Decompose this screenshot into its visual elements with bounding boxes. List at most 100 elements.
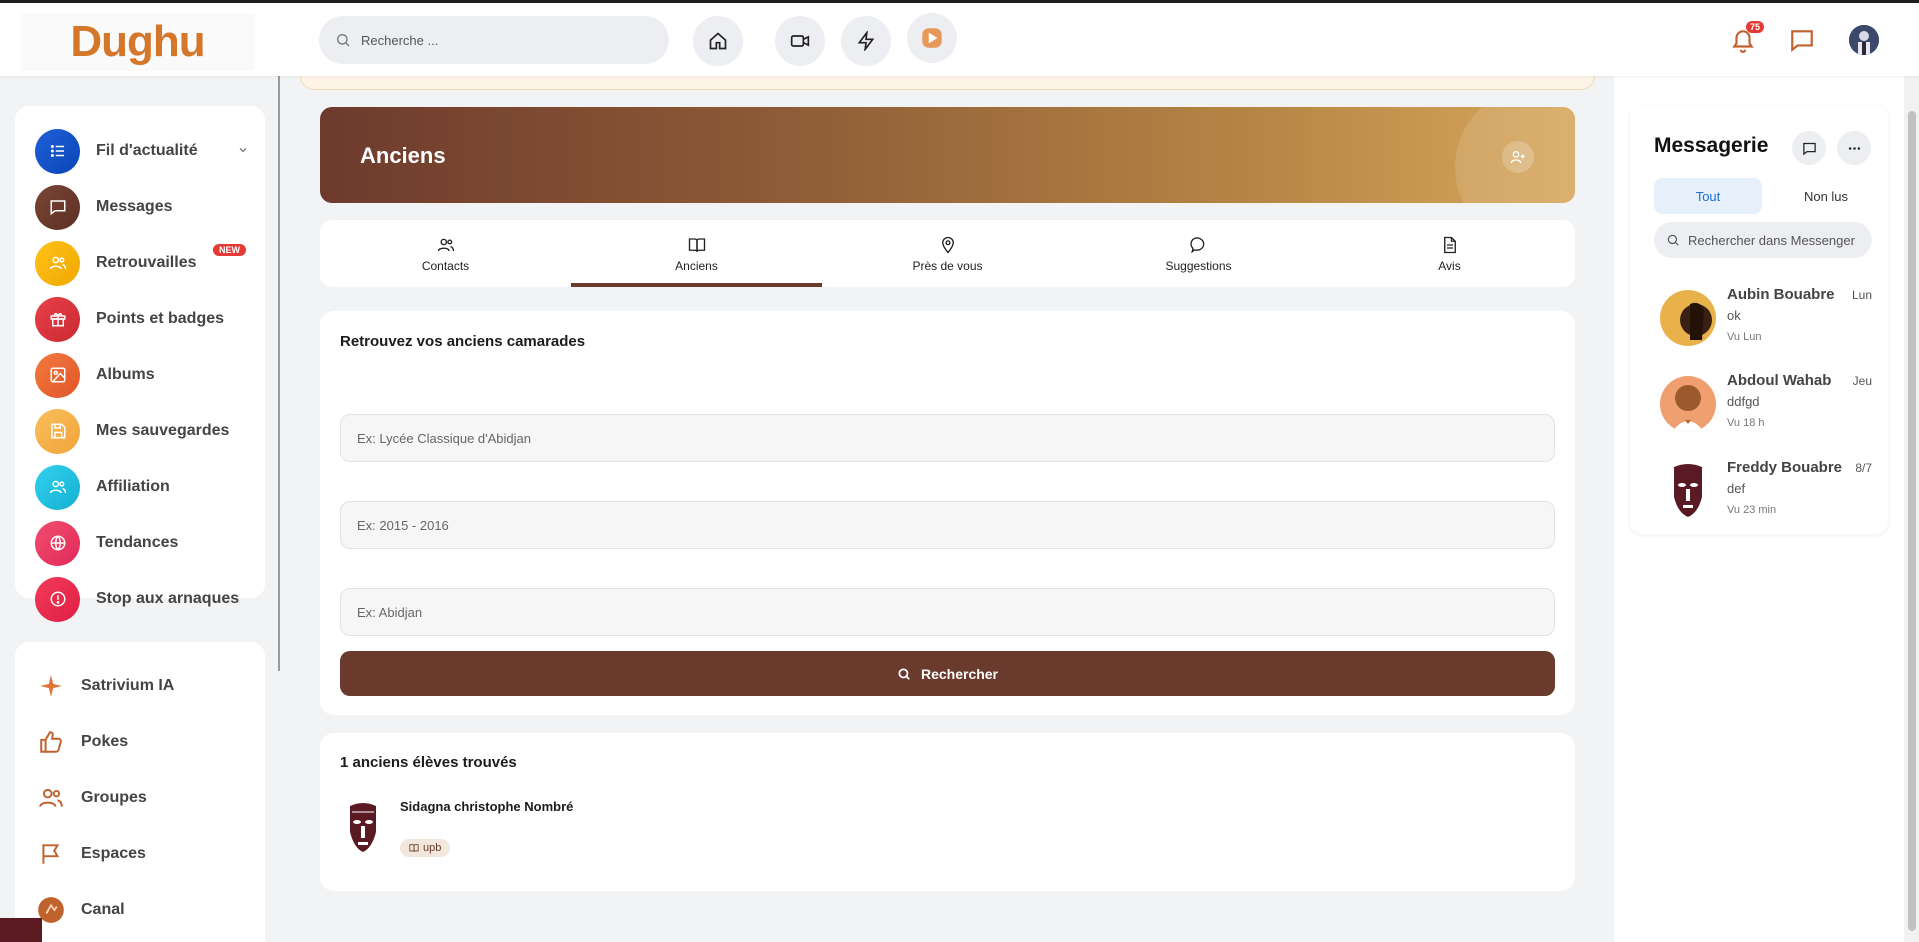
previous-card-edge: [300, 76, 1595, 90]
logo-text: Dughu: [70, 17, 205, 66]
city-field[interactable]: [340, 588, 1555, 636]
search-button-label: Rechercher: [920, 665, 999, 682]
sparkle-icon: [35, 670, 67, 702]
tab-label: Près de vous: [912, 258, 983, 273]
debug-corner-badge[interactable]: [0, 918, 42, 942]
sidebar-item-label: Tendances: [96, 534, 179, 551]
main-navigation: Fil d'actualité Messages Retrouvailles N…: [15, 106, 265, 622]
home-button[interactable]: [693, 16, 743, 66]
conversation-item[interactable]: Aubin Bouabre Lun ok Vu Lun: [1660, 286, 1880, 356]
tab-avis[interactable]: Avis: [1324, 220, 1575, 287]
search-form-card: Retrouvez vos anciens camarades Recherch…: [320, 311, 1575, 715]
notifications-button[interactable]: 75: [1726, 21, 1764, 57]
result-avatar[interactable]: [346, 802, 380, 854]
tab-suggestions[interactable]: Suggestions: [1073, 220, 1324, 287]
thumbs-up-icon: [35, 726, 67, 758]
sidebar-item-retrouvailles[interactable]: Retrouvailles NEW: [35, 240, 260, 286]
search-button[interactable]: Rechercher: [340, 651, 1555, 696]
page-scrollbar[interactable]: [1905, 76, 1919, 942]
scrollbar-thumb[interactable]: [1908, 111, 1916, 931]
document-icon: [1441, 235, 1459, 255]
tab-label: Avis: [1438, 258, 1461, 273]
school-tag-label: upb: [423, 842, 442, 854]
new-message-button[interactable]: [1792, 131, 1826, 165]
add-contact-button[interactable]: [1502, 141, 1534, 173]
result-name[interactable]: Sidagna christophe Nombré: [400, 799, 573, 814]
messenger-card: Messagerie Tout Non lus Aubin Bouabre Lu…: [1630, 106, 1888, 534]
list-icon: [35, 128, 80, 174]
sidebar-divider: [278, 76, 280, 671]
tab-contacts[interactable]: Contacts: [320, 220, 571, 287]
user-plus-icon: [1510, 151, 1525, 164]
chevron-down-icon[interactable]: [237, 144, 249, 156]
school-tag: upb: [400, 839, 451, 857]
conversation-avatar: [1660, 376, 1716, 432]
conversation-item[interactable]: Freddy Bouabre 8/7 def Vu 23 min: [1660, 459, 1880, 529]
video-button[interactable]: [775, 16, 825, 66]
messages-button[interactable]: [1785, 23, 1819, 57]
conversation-item[interactable]: Abdoul Wahab Jeu ddfgd Vu 18 h: [1660, 372, 1880, 442]
sidebar-item-label: Espaces: [81, 845, 146, 862]
tab-unread-messages[interactable]: Non lus: [1772, 178, 1880, 214]
global-search-input[interactable]: [361, 32, 641, 48]
messenger-search[interactable]: [1654, 222, 1872, 258]
flag-icon: [35, 838, 67, 870]
group-icon: [35, 782, 67, 814]
years-field[interactable]: [340, 501, 1555, 549]
sidebar-item-canal[interactable]: Canal: [35, 890, 125, 930]
conversation-seen: Vu 18 h: [1727, 417, 1765, 429]
home-icon: [709, 32, 727, 50]
flash-button[interactable]: [841, 16, 891, 66]
gift-icon: [35, 296, 80, 342]
app-logo[interactable]: Dughu: [20, 13, 255, 71]
sidebar-item-label: Pokes: [81, 733, 129, 750]
save-icon: [35, 408, 80, 454]
play-button[interactable]: [907, 13, 957, 63]
search-icon: [337, 34, 350, 47]
messenger-title: Messagerie: [1654, 134, 1769, 157]
sidebar-item-messages[interactable]: Messages: [35, 184, 260, 230]
sidebar-item-points-badges[interactable]: Points et badges: [35, 296, 260, 342]
image-icon: [35, 352, 80, 398]
conversation-date: 8/7: [1855, 461, 1872, 475]
sidebar-item-sauvegardes[interactable]: Mes sauvegardes: [35, 408, 260, 454]
conversation-date: Jeu: [1852, 374, 1872, 388]
tab-all-messages[interactable]: Tout: [1654, 178, 1762, 214]
user-avatar[interactable]: [1849, 25, 1879, 55]
new-badge: NEW: [213, 244, 246, 256]
sidebar-item-espaces[interactable]: Espaces: [35, 834, 146, 874]
conversation-seen: Vu Lun: [1727, 331, 1762, 343]
sidebar-item-label: Canal: [81, 901, 125, 918]
chat-icon: [35, 184, 80, 230]
tab-pres-de-vous[interactable]: Près de vous: [822, 220, 1073, 287]
mask-avatar-icon: [350, 803, 376, 852]
sidebar-item-fil-actualite[interactable]: Fil d'actualité: [35, 128, 260, 174]
global-search[interactable]: [319, 16, 669, 64]
conversation-date: Lun: [1851, 288, 1872, 302]
tab-anciens[interactable]: Anciens: [571, 220, 822, 287]
tab-bar: Contacts Anciens Près de vous Suggestion…: [320, 220, 1575, 287]
sidebar-item-satrivium[interactable]: Satrivium IA: [35, 666, 174, 706]
video-icon: [790, 35, 810, 47]
chat-bubble-icon: [1189, 235, 1208, 255]
sidebar-item-stop-arnaques[interactable]: Stop aux arnaques: [35, 576, 260, 622]
sidebar-item-pokes[interactable]: Pokes: [35, 722, 128, 762]
school-field[interactable]: [340, 414, 1555, 462]
more-options-button[interactable]: [1837, 131, 1871, 165]
sidebar-item-label: Points et badges: [96, 310, 225, 327]
page-hero: Anciens: [320, 107, 1575, 203]
globe-icon: [35, 520, 80, 566]
sidebar-item-groupes[interactable]: Groupes: [35, 778, 147, 818]
avatar-image: [1849, 25, 1879, 55]
sidebar-item-tendances[interactable]: Tendances: [35, 520, 260, 566]
play-icon: [922, 28, 942, 48]
conversation-avatar: [1660, 463, 1716, 519]
conversation-preview: ddfgd: [1727, 394, 1760, 409]
sidebar-item-label: Mes sauvegardes: [96, 422, 230, 439]
conversation-seen: Vu 23 min: [1727, 504, 1777, 516]
sidebar-item-affiliation[interactable]: Affiliation: [35, 464, 260, 510]
alert-icon: [35, 576, 80, 622]
search-icon: [1667, 234, 1679, 246]
sidebar-item-albums[interactable]: Albums: [35, 352, 260, 398]
messenger-search-input[interactable]: [1688, 232, 1868, 248]
